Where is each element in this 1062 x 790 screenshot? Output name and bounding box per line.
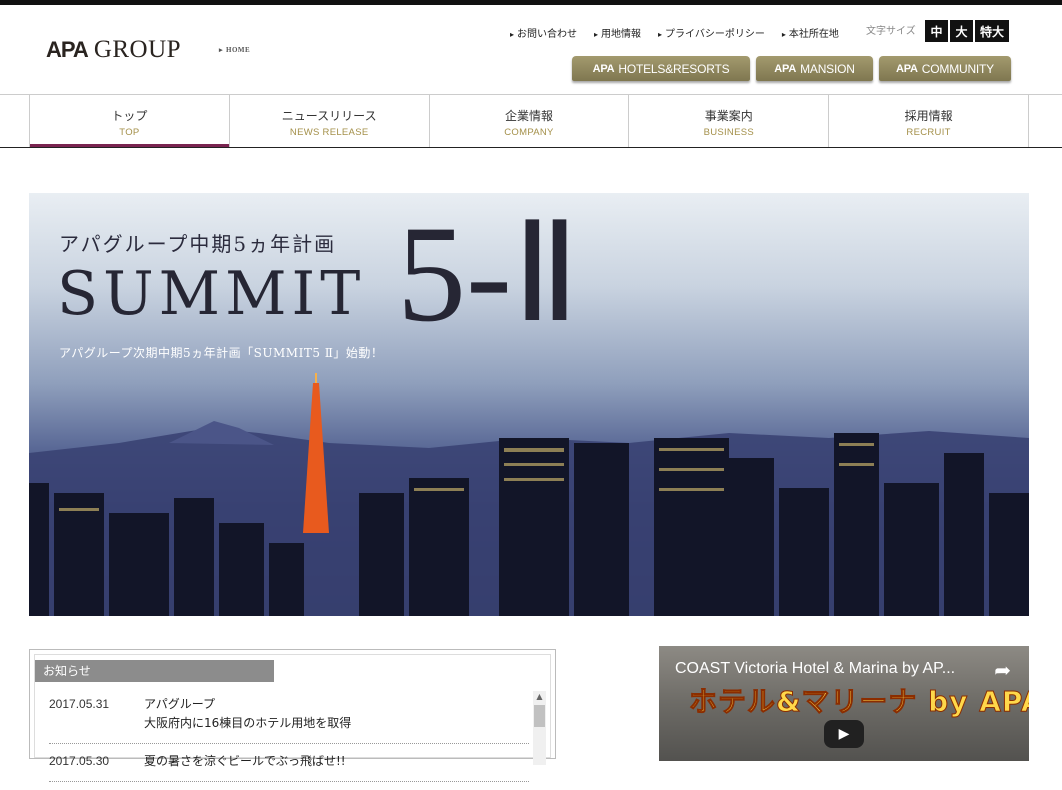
hero-title: SUMMIT — [57, 259, 366, 329]
site-header: APAGROUP ▸HOME お問い合わせ 用地情報 プライバシーポリシー 本社… — [0, 5, 1062, 95]
font-size-xlarge-button[interactable]: 特大 — [975, 20, 1010, 42]
breadcrumb-home[interactable]: ▸ HOME — [219, 44, 253, 54]
scroll-thumb[interactable] — [534, 705, 545, 727]
brand-buttons: APA HOTELS&RESORTS APA MANSION APA COMMUNIT… — [572, 56, 1011, 81]
play-icon[interactable]: ▶ — [824, 720, 864, 748]
land-info-link[interactable]: 用地情報 — [594, 25, 641, 40]
news-text: 夏の暑さを涼ぐビールでぶっ飛ばせ!! — [144, 754, 346, 768]
hero-banner[interactable]: アパグループ中期5ヵ年計画 SUMMIT 5-Ⅱ アパグループ次期中期5ヵ年計画… — [29, 193, 1029, 616]
share-icon[interactable]: ➦ — [994, 658, 1011, 682]
apa-mansion-button[interactable]: APA MANSION — [756, 56, 873, 81]
contact-link[interactable]: お問い合わせ — [510, 25, 577, 40]
news-item[interactable]: 2017.05.31 アパグループ 大阪府内に16棟目のホテル用地を取得 — [49, 695, 529, 744]
nav-item-top[interactable]: トップ TOP — [30, 95, 230, 147]
font-size-large-button[interactable]: 大 — [950, 20, 973, 42]
video-embed[interactable]: ホテル&マリーナ by APA COAST Victoria Hotel & M… — [659, 646, 1029, 761]
notice-title: お知らせ — [35, 660, 274, 682]
hero-tagline: アパグループ次期中期5ヵ年計画「SUMMIT5 Ⅱ」始動！ — [59, 346, 384, 360]
apa-hotels-resorts-button[interactable]: APA HOTELS&RESORTS — [572, 56, 750, 81]
apa-community-button[interactable]: APA COMMUNITY — [879, 56, 1011, 81]
video-overlay-text: ホテル&マリーナ by APA — [689, 685, 1029, 719]
hero-title-number: 5-Ⅱ — [397, 197, 580, 350]
news-list: 2017.05.31 アパグループ 大阪府内に16棟目のホテル用地を取得 201… — [49, 695, 529, 790]
scroll-up-icon[interactable]: ▲ — [533, 691, 546, 703]
privacy-policy-link[interactable]: プライバシーポリシー — [658, 25, 765, 40]
head-office-link[interactable]: 本社所在地 — [782, 25, 839, 40]
font-size-buttons: 中 大 特大 — [925, 20, 1010, 42]
nav-item-business[interactable]: 事業案内 BUSINESS — [629, 95, 830, 147]
nav-item-news-release[interactable]: ニュースリリース NEWS RELEASE — [230, 95, 430, 147]
nav-item-recruit[interactable]: 採用情報 RECRUIT — [829, 95, 1029, 147]
video-title[interactable]: COAST Victoria Hotel & Marina by AP... — [675, 660, 955, 678]
notice-panel: お知らせ 2017.05.31 アパグループ 大阪府内に16棟目のホテル用地を取… — [29, 649, 556, 782]
news-date: 2017.05.31 — [49, 697, 110, 711]
apa-group-logo[interactable]: APA GROUP — [46, 36, 181, 64]
utility-links: お問い合わせ 用地情報 プライバシーポリシー 本社所在地 — [510, 25, 839, 40]
global-nav: トップ TOP ニュースリリース NEWS RELEASE 企業情報 COMPA… — [0, 94, 1062, 148]
font-size-label: 文字サイズ — [866, 26, 916, 37]
hero-subtitle: アパグループ中期5ヵ年計画 — [59, 232, 337, 256]
news-date: 2017.05.30 — [49, 754, 110, 768]
arrow-icon: ▸ — [219, 46, 224, 54]
font-size-medium-button[interactable]: 中 — [925, 20, 948, 42]
news-text: アパグループ 大阪府内に16棟目のホテル用地を取得 — [144, 697, 352, 730]
news-item[interactable]: 2017.05.30 夏の暑さを涼ぐビールでぶっ飛ばせ!! — [49, 752, 529, 782]
nav-item-company[interactable]: 企業情報 COMPANY — [430, 95, 630, 147]
